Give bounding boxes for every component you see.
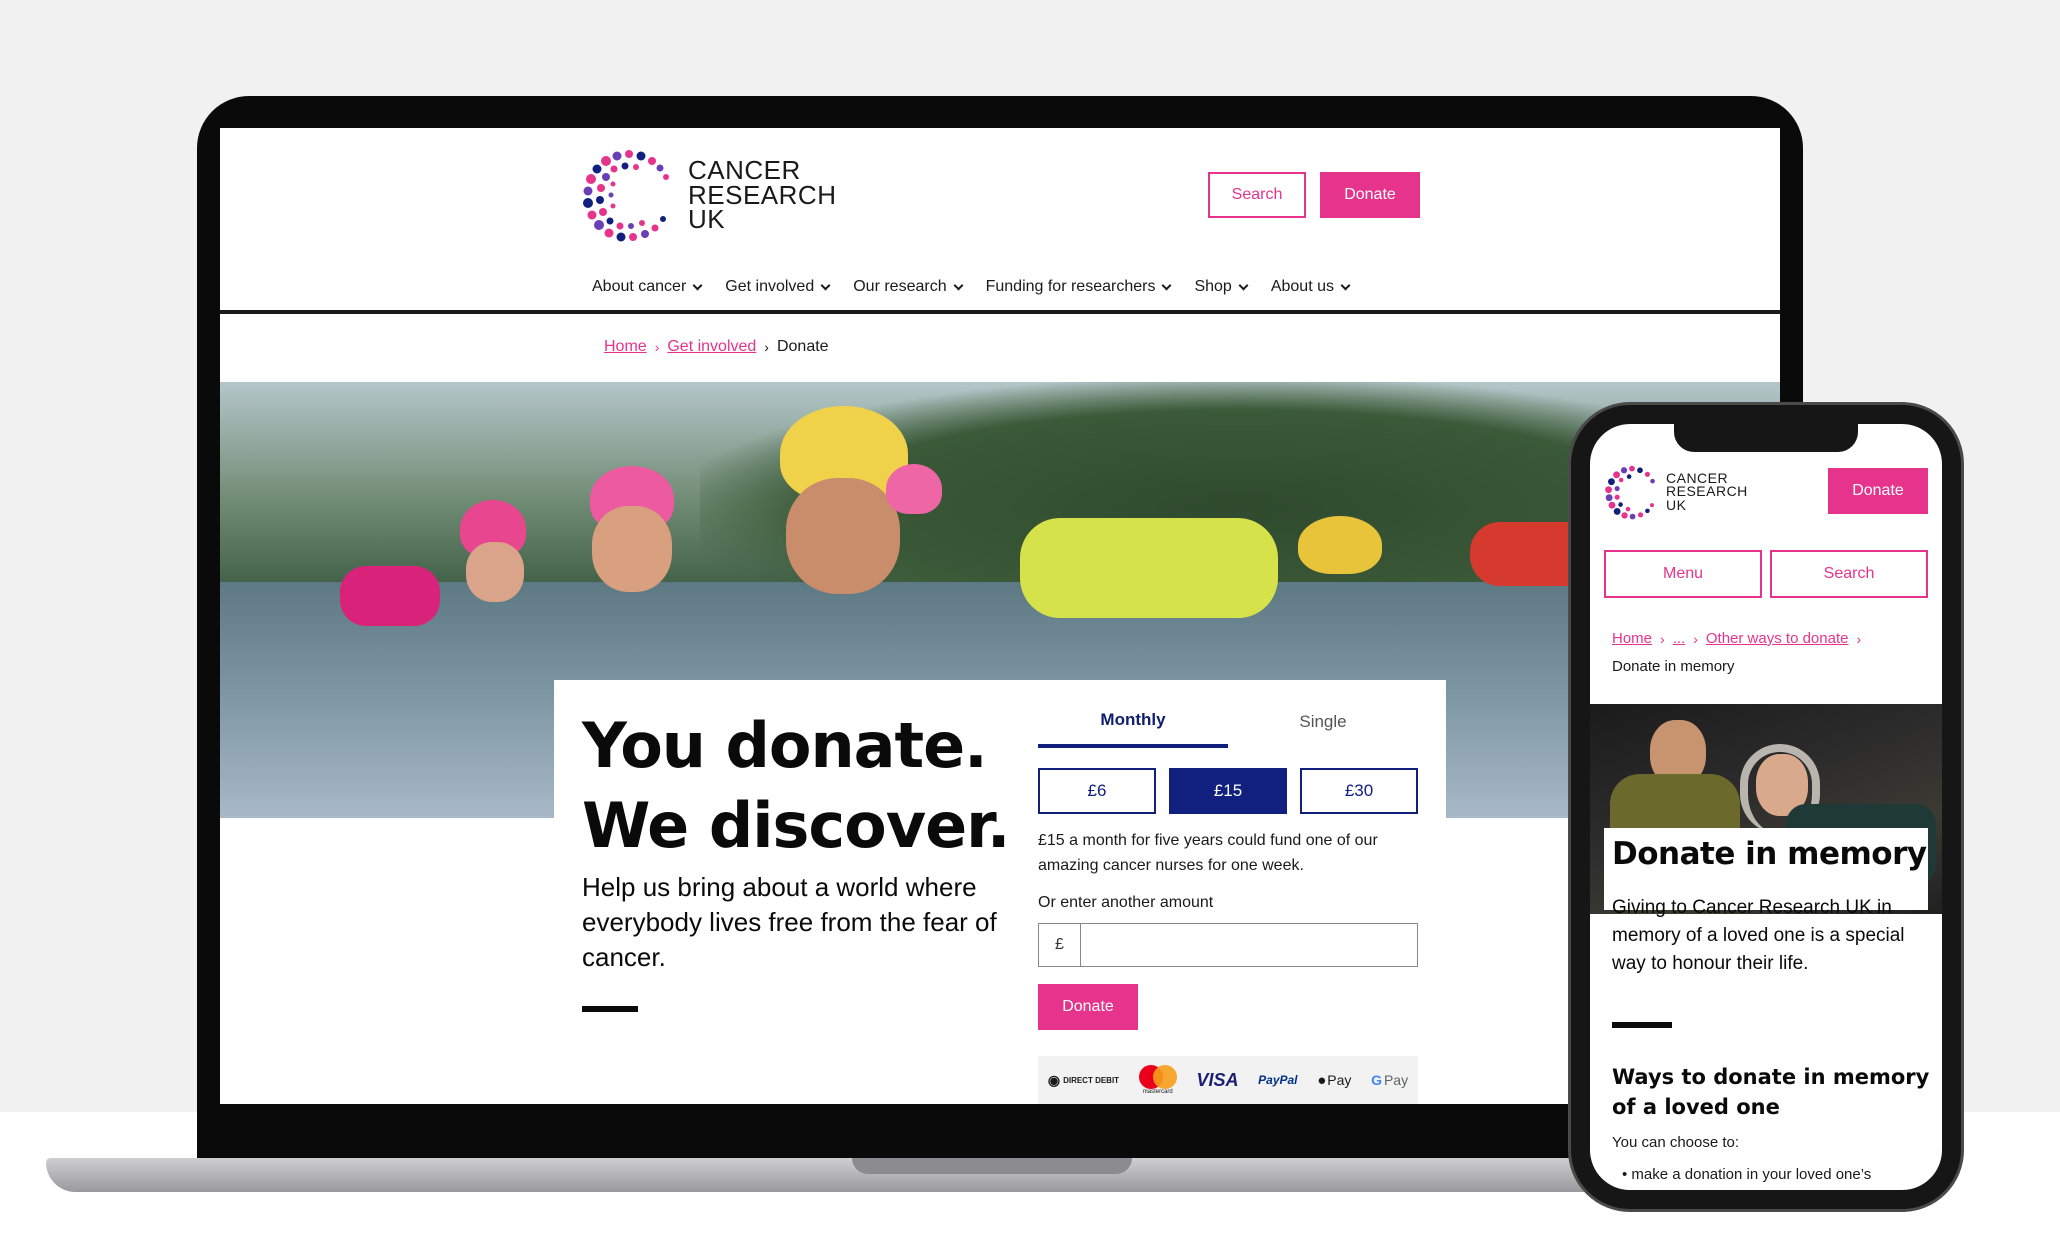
main-nav: About cancer Get involved Our research F… — [592, 278, 1373, 296]
chevron-down-icon — [953, 280, 964, 290]
tab-single[interactable]: Single — [1228, 696, 1418, 748]
nav-item-our-research[interactable]: Our research — [853, 278, 964, 296]
header-donate-button[interactable]: Donate — [1320, 172, 1420, 218]
amount-impact-note: £15 a month for five years could fund on… — [1038, 832, 1378, 874]
hero-photo-swimmer — [592, 506, 672, 592]
hero-photo-yellow-buoy — [1020, 518, 1278, 618]
other-amount-input[interactable] — [1081, 924, 1417, 966]
hero-headline: You donate. We discover. — [582, 706, 1010, 866]
laptop-screen: CANCER RESEARCH UK Search Donate About c… — [220, 128, 1780, 1104]
breadcrumb-ellipsis-link[interactable]: ... — [1673, 630, 1686, 647]
chevron-down-icon — [1238, 280, 1249, 290]
apple-pay-icon: ● Pay — [1317, 1071, 1352, 1089]
hero-card: You donate. We discover. Help us bring a… — [554, 680, 1024, 1104]
tab-monthly[interactable]: Monthly — [1038, 696, 1228, 748]
donation-form: Monthly Single £6 £15 £30 £15 a month fo… — [1024, 680, 1446, 1104]
breadcrumb-get-involved-link[interactable]: Get involved — [667, 338, 756, 356]
breadcrumb-home-link[interactable]: Home — [1612, 630, 1652, 647]
nav-label: Shop — [1194, 278, 1232, 295]
paypal-icon: PayPal — [1258, 1073, 1298, 1087]
direct-debit-icon: ◉ DIRECT DEBIT — [1047, 1071, 1120, 1088]
cruk-logo-mark-icon — [583, 150, 669, 242]
phone-screen: CANCER RESEARCH UK Donate Menu Search Ho… — [1590, 424, 1942, 1190]
logo-line-3: UK — [1666, 496, 1687, 513]
amount-option-15-selected[interactable]: £15 — [1169, 768, 1287, 814]
hero-photo-pink-buoy — [340, 566, 440, 626]
nav-label: Funding for researchers — [985, 278, 1156, 295]
currency-prefix: £ — [1039, 924, 1081, 966]
other-amount-field: £ — [1038, 923, 1418, 967]
payment-methods: ◉ DIRECT DEBIT mastercard VISA PayPal ● Pa… — [1038, 1056, 1418, 1104]
logo-wordmark: CANCER RESEARCH UK — [688, 154, 836, 235]
other-amount-label: Or enter another amount — [1038, 894, 1214, 911]
phone-intro-text: Giving to Cancer Research UK in memory o… — [1612, 897, 1905, 974]
amount-option-6[interactable]: £6 — [1038, 768, 1156, 814]
hero-divider — [582, 1006, 638, 1012]
donate-submit-button[interactable]: Donate — [1038, 984, 1138, 1030]
laptop-hinge-notch — [852, 1158, 1132, 1174]
cruk-logo-mobile[interactable]: CANCER RESEARCH UK — [1604, 464, 1748, 520]
google-pay-label: Pay — [1383, 1072, 1409, 1088]
logo-line-1: CANCER — [688, 154, 801, 185]
phone-section-text: You can choose to: — [1612, 1134, 1740, 1151]
nav-label: Our research — [853, 278, 947, 295]
logo-line-3: UK — [688, 204, 726, 235]
hero-photo-swim-cap — [1298, 516, 1382, 574]
phone-divider — [1612, 1022, 1672, 1028]
logo-wordmark: CANCER RESEARCH UK — [1666, 471, 1748, 513]
mobile-donate-button[interactable]: Donate — [1828, 468, 1928, 514]
visa-icon: VISA — [1196, 1069, 1239, 1090]
breadcrumb-home-link[interactable]: Home — [604, 338, 647, 356]
cruk-logo[interactable]: CANCER RESEARCH UK — [580, 146, 836, 244]
phone-notch — [1674, 424, 1858, 452]
bullet-icon: • — [1622, 1166, 1632, 1183]
mastercard-icon: mastercard — [1138, 1065, 1177, 1095]
nav-item-about-us[interactable]: About us — [1270, 278, 1351, 296]
cruk-logo-mark-icon — [1605, 465, 1655, 520]
breadcrumb-other-ways-link[interactable]: Other ways to donate — [1706, 630, 1849, 647]
mobile-breadcrumb: Home › ... › Other ways to donate › — [1612, 630, 1869, 647]
hero-photo-swimmer — [466, 542, 524, 602]
chevron-down-icon — [692, 280, 703, 290]
chevron-right-icon: › — [1693, 630, 1698, 647]
chevron-right-icon: › — [1660, 630, 1665, 647]
chevron-right-icon: › — [1856, 630, 1862, 647]
nav-label: Get involved — [725, 278, 815, 295]
nav-item-shop[interactable]: Shop — [1194, 278, 1249, 296]
apple-pay-label: Pay — [1327, 1072, 1352, 1088]
hero-headline-line-1: You donate. — [582, 709, 988, 782]
breadcrumb-current: Donate in memory — [1612, 658, 1735, 675]
hero-photo-swimmer — [786, 478, 900, 594]
mobile-search-button[interactable]: Search — [1770, 550, 1928, 598]
chevron-down-icon — [820, 280, 831, 290]
mobile-menu-button[interactable]: Menu — [1604, 550, 1762, 598]
list-item-text: make a donation in your loved one’s — [1631, 1166, 1872, 1183]
nav-item-funding-for-researchers[interactable]: Funding for researchers — [985, 278, 1172, 296]
frequency-tabs: Monthly Single — [1038, 696, 1418, 748]
hero-subhead: Help us bring about a world where everyb… — [582, 872, 997, 972]
chevron-down-icon — [1340, 280, 1351, 290]
google-pay-icon: G Pay — [1371, 1072, 1409, 1088]
amount-option-30[interactable]: £30 — [1300, 768, 1418, 814]
nav-label: About us — [1270, 278, 1334, 295]
direct-debit-label: DIRECT DEBIT — [1063, 1075, 1120, 1085]
nav-item-about-cancer[interactable]: About cancer — [592, 278, 703, 296]
breadcrumb: Home › Get involved › Donate — [604, 338, 829, 356]
phone-section-heading: Ways to donate in memory of a loved one — [1612, 1065, 1930, 1119]
site-header: CANCER RESEARCH UK Search Donate About c… — [220, 128, 1780, 314]
phone-page-title: Donate in memory — [1612, 836, 1927, 872]
header-search-button[interactable]: Search — [1208, 172, 1306, 218]
hero-headline-line-2: We discover. — [582, 789, 1010, 862]
nav-item-get-involved[interactable]: Get involved — [725, 278, 831, 296]
chevron-right-icon: › — [764, 339, 769, 355]
chevron-right-icon: › — [654, 339, 660, 355]
breadcrumb-current: Donate — [776, 338, 829, 355]
mastercard-label: mastercard — [1142, 1089, 1173, 1095]
list-item: • make a donation in your loved one’s — [1622, 1166, 1871, 1183]
hero-photo-swim-cap — [886, 464, 942, 514]
chevron-down-icon — [1162, 280, 1172, 290]
nav-label: About cancer — [592, 278, 687, 295]
